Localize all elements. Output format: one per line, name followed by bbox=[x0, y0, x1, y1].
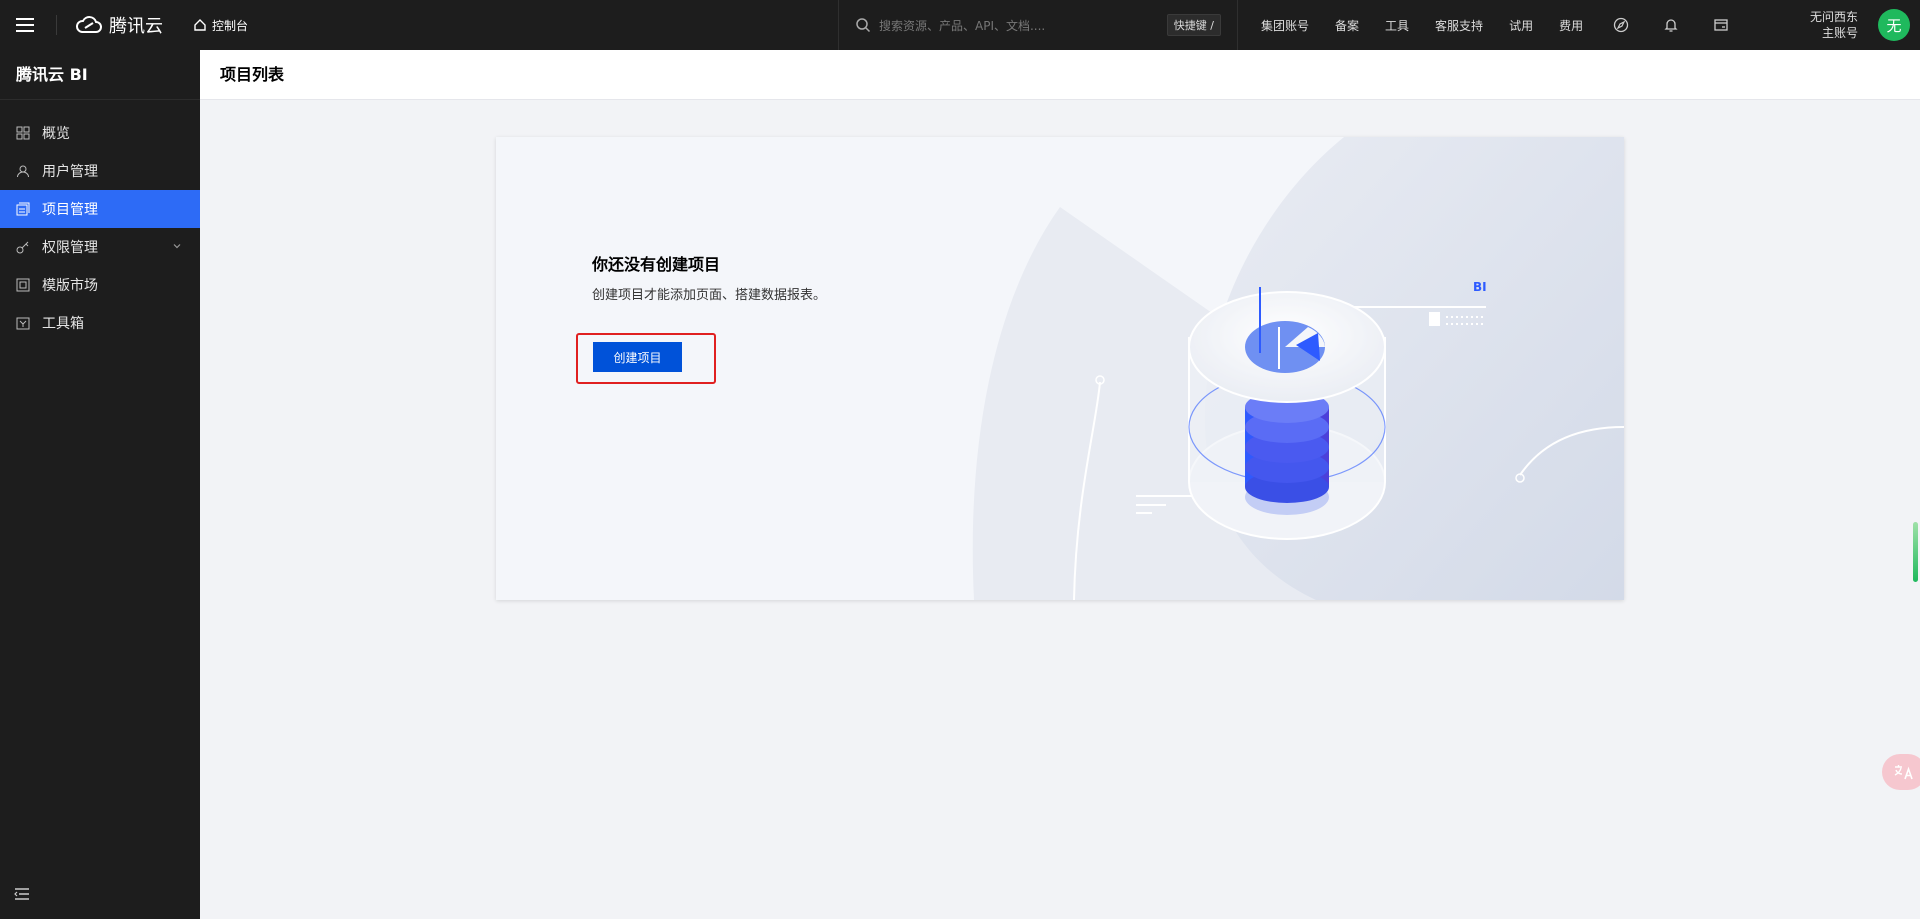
nav-group-account[interactable]: 集团账号 bbox=[1248, 17, 1322, 34]
divider bbox=[56, 15, 57, 35]
cloud-logo-icon bbox=[76, 16, 102, 33]
scroll-indicator[interactable] bbox=[1913, 522, 1918, 582]
collapse-icon bbox=[14, 888, 29, 900]
cart-icon[interactable] bbox=[1696, 0, 1746, 50]
create-project-button[interactable]: 创建项目 bbox=[593, 342, 682, 372]
sidebar-item-projects[interactable]: 项目管理 bbox=[0, 190, 200, 228]
sidebar-item-toolbox[interactable]: 工具箱 bbox=[0, 304, 200, 342]
translate-button[interactable] bbox=[1882, 754, 1920, 790]
home-icon bbox=[194, 19, 206, 31]
sidebar-menu: 概览 用户管理 项目管理 权限管理 模版市场 工具箱 bbox=[0, 114, 200, 342]
search-input[interactable]: 搜索资源、产品、API、文档.... bbox=[879, 17, 1159, 34]
console-label: 控制台 bbox=[212, 18, 249, 33]
search-icon bbox=[856, 18, 871, 33]
key-icon bbox=[16, 241, 29, 254]
top-bar: 腾讯云 控制台 搜索资源、产品、API、文档.... 快捷键 / 集团账号 备案… bbox=[0, 0, 1920, 50]
empty-state-title: 你还没有创建项目 bbox=[592, 255, 721, 274]
user-icon bbox=[17, 165, 29, 178]
sidebar-item-overview[interactable]: 概览 bbox=[0, 114, 200, 152]
translate-icon bbox=[1894, 765, 1913, 780]
page-title: 项目列表 bbox=[200, 50, 1920, 100]
sidebar-item-label: 权限管理 bbox=[42, 240, 98, 256]
illustration-label: BI bbox=[1473, 280, 1487, 294]
compass-icon[interactable] bbox=[1596, 0, 1646, 50]
brand-logo[interactable]: 腾讯云 bbox=[63, 12, 177, 38]
empty-state-description: 创建项目才能添加页面、搭建数据报表。 bbox=[592, 288, 827, 303]
account-role: 主账号 bbox=[1821, 26, 1858, 40]
chevron-down-icon bbox=[173, 244, 181, 249]
grid-icon bbox=[16, 126, 30, 140]
account-info[interactable]: 无问西东 主账号 bbox=[1810, 9, 1858, 41]
global-search[interactable]: 搜索资源、产品、API、文档.... 快捷键 / bbox=[838, 0, 1238, 50]
top-nav: 集团账号 备案 工具 客服支持 试用 费用 bbox=[1248, 0, 1746, 50]
toolbox-icon bbox=[16, 317, 30, 330]
collapse-sidebar-button[interactable] bbox=[14, 887, 30, 905]
hamburger-icon bbox=[16, 18, 34, 32]
menu-toggle-button[interactable] bbox=[0, 0, 50, 50]
console-link[interactable]: 控制台 bbox=[193, 17, 248, 34]
avatar[interactable]: 无 bbox=[1878, 9, 1910, 41]
nav-filing[interactable]: 备案 bbox=[1322, 17, 1372, 34]
template-icon bbox=[16, 278, 30, 292]
sidebar-item-label: 工具箱 bbox=[42, 316, 84, 332]
empty-state-card: BI 你还没有创建项目 创建项目才能添加页面、搭建数据报表。 创建项目 bbox=[496, 137, 1624, 600]
nav-trial[interactable]: 试用 bbox=[1496, 17, 1546, 34]
bell-icon[interactable] bbox=[1646, 0, 1696, 50]
sidebar-item-label: 项目管理 bbox=[42, 202, 98, 218]
nav-support[interactable]: 客服支持 bbox=[1422, 17, 1496, 34]
product-title: 腾讯云 BI bbox=[0, 50, 200, 100]
sidebar-item-label: 用户管理 bbox=[42, 164, 98, 180]
sidebar: 腾讯云 BI 概览 用户管理 项目管理 权限管理 模版市场 工具箱 bbox=[0, 50, 200, 919]
account-name: 无问西东 bbox=[1809, 10, 1858, 24]
sidebar-item-label: 模版市场 bbox=[42, 278, 98, 294]
sidebar-item-permissions[interactable]: 权限管理 bbox=[0, 228, 200, 266]
nav-billing[interactable]: 费用 bbox=[1546, 17, 1596, 34]
sidebar-item-label: 概览 bbox=[42, 126, 70, 142]
sidebar-item-users[interactable]: 用户管理 bbox=[0, 152, 200, 190]
nav-tools[interactable]: 工具 bbox=[1372, 17, 1422, 34]
brand-name: 腾讯云 bbox=[109, 16, 163, 37]
project-icon bbox=[16, 202, 30, 216]
sidebar-item-templates[interactable]: 模版市场 bbox=[0, 266, 200, 304]
shortcut-hint: 快捷键 / bbox=[1166, 14, 1221, 36]
